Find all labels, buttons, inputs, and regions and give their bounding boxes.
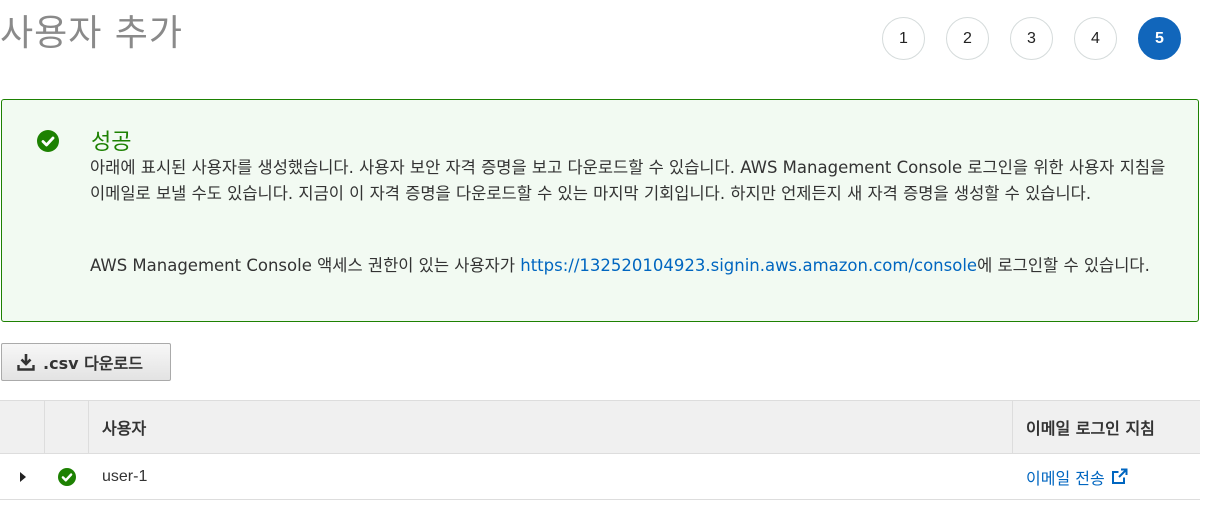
step-3[interactable]: 3 [1010, 17, 1053, 60]
step-4[interactable]: 4 [1074, 17, 1117, 60]
status-cell [45, 454, 89, 499]
wizard-steps: 1 2 3 4 5 [882, 17, 1181, 60]
step-5-current: 5 [1138, 17, 1181, 60]
console-signin-note: AWS Management Console 액세스 권한이 있는 사용자가 h… [90, 253, 1180, 279]
send-email-label: 이메일 전송 [1026, 468, 1105, 488]
header-user[interactable]: 사용자 [89, 401, 1013, 453]
header-email-instructions[interactable]: 이메일 로그인 지침 [1013, 401, 1200, 453]
step-1[interactable]: 1 [882, 17, 925, 60]
table-row: user-1 이메일 전송 [0, 454, 1200, 500]
download-icon [17, 354, 35, 371]
alert-title: 성공 [91, 130, 132, 155]
alert-message: 아래에 표시된 사용자를 생성했습니다. 사용자 보안 자격 증명을 보고 다운… [90, 158, 1166, 203]
download-csv-button[interactable]: .csv 다운로드 [1, 343, 171, 381]
users-table: 사용자 이메일 로그인 지침 user-1 이메일 전송 [0, 400, 1200, 500]
caret-right-icon [19, 471, 26, 482]
external-link-icon [1111, 468, 1128, 484]
page-title: 사용자 추가 [0, 13, 184, 54]
console-suffix: 에 로그인할 수 있습니다. [977, 256, 1150, 275]
expand-toggle[interactable] [0, 454, 45, 499]
check-circle-icon [37, 130, 59, 152]
check-circle-icon [58, 467, 76, 486]
header-status-col [45, 401, 89, 453]
console-signin-link[interactable]: https://132520104923.signin.aws.amazon.c… [520, 256, 977, 275]
header-expand-col [0, 401, 45, 453]
success-alert: 성공 아래에 표시된 사용자를 생성했습니다. 사용자 보안 자격 증명을 보고… [1, 99, 1199, 322]
step-2[interactable]: 2 [946, 17, 989, 60]
send-email-link[interactable]: 이메일 전송 [1026, 465, 1128, 489]
user-name: user-1 [102, 467, 148, 485]
table-header: 사용자 이메일 로그인 지침 [0, 400, 1200, 454]
download-csv-label: .csv 다운로드 [43, 354, 143, 373]
console-prefix: AWS Management Console 액세스 권한이 있는 사용자가 [90, 256, 521, 275]
email-cell: 이메일 전송 [1013, 454, 1200, 499]
